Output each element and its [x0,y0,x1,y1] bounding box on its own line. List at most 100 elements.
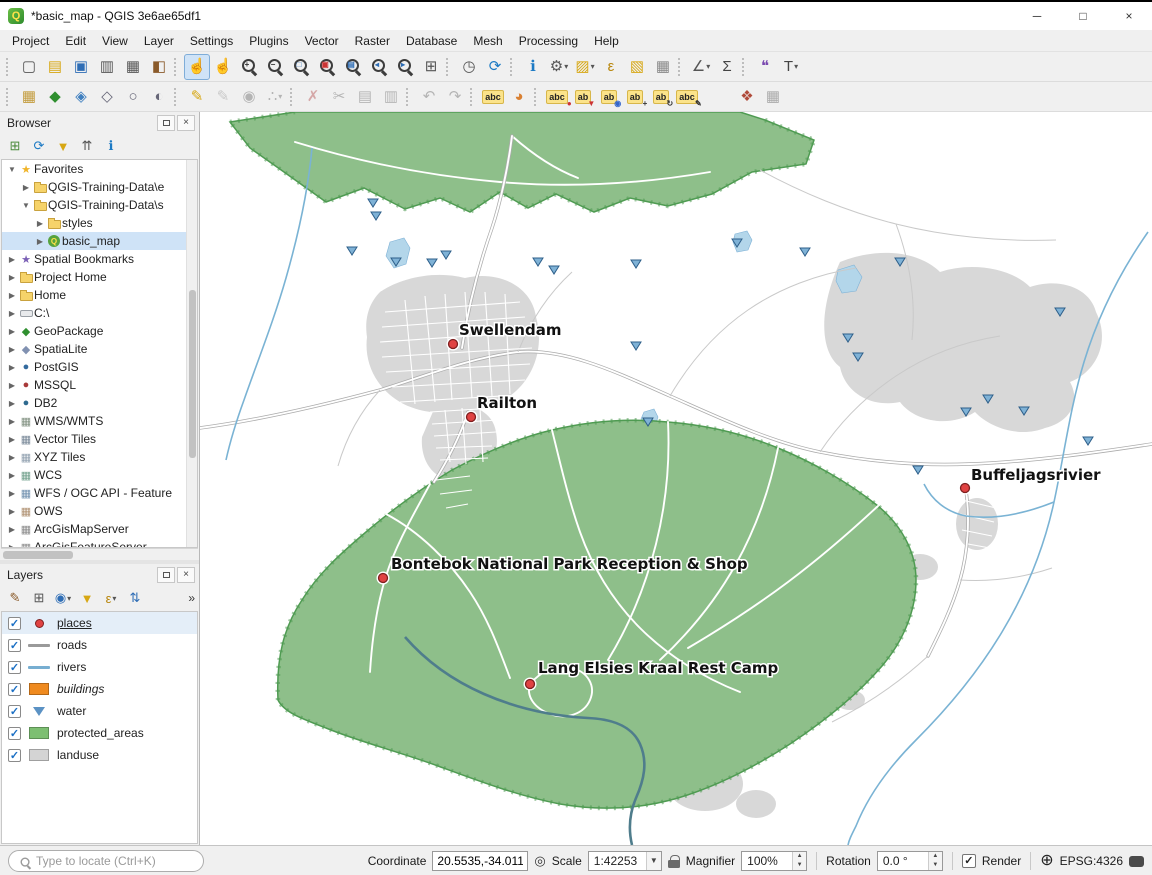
browser-item-arcgismapserver[interactable]: ▶▦ArcGisMapServer [2,520,186,538]
menu-project[interactable]: Project [4,32,57,50]
browser-close-button[interactable]: × [177,115,195,131]
show-layout-manager-button[interactable]: ▦ [120,54,146,80]
layer-labeling-options-button[interactable]: abc [480,84,506,110]
filter-legend-button[interactable]: ▼ [76,587,98,609]
manage-map-themes-button[interactable]: ◉▾ [52,587,74,609]
chevron-right-icon[interactable]: ▶ [6,255,18,264]
chevron-right-icon[interactable]: ▶ [6,543,18,548]
style-manager-button[interactable]: ◧ [146,54,172,80]
menu-help[interactable]: Help [586,32,627,50]
save-project-button[interactable]: ▣ [68,54,94,80]
chevron-down-icon[interactable]: ▼ [646,852,661,870]
move-label-button[interactable]: ab+ [622,84,648,110]
layer-row-buildings[interactable]: ✓buildings [2,678,197,700]
save-layer-edits-button[interactable]: ✎ [210,84,236,110]
magnifier-spinbox[interactable]: 100% ▲▼ [741,851,807,871]
layer-checkbox-protected-areas[interactable]: ✓ [8,727,21,740]
collapse-all-button[interactable]: ⇈ [76,135,98,157]
browser-item-geopackage[interactable]: ▶◆GeoPackage [2,322,186,340]
zoom-to-selection-button[interactable]: ▣ [314,54,340,80]
filter-browser-button[interactable]: ▼ [52,135,74,157]
browser-item-xyz-tiles[interactable]: ▶▦XYZ Tiles [2,448,186,466]
browser-item-wms-wmts[interactable]: ▶▦WMS/WMTS [2,412,186,430]
chevron-right-icon[interactable]: ▶ [6,363,18,372]
minimize-button[interactable]: ─ [1014,2,1060,30]
plugin-icon-button[interactable]: ❖ [734,84,760,110]
vertex-tool-button[interactable]: ∴▾ [262,84,288,110]
chevron-right-icon[interactable]: ▶ [6,453,18,462]
browser-item-wfs-ogc-api-feature[interactable]: ▶▦WFS / OGC API - Feature [2,484,186,502]
chevron-right-icon[interactable]: ▶ [6,489,18,498]
browser-item-db2[interactable]: ▶●DB2 [2,394,186,412]
layer-diagram-options-button[interactable]: ◕ [506,84,532,110]
browser-item-spatial-bookmarks[interactable]: ▶★Spatial Bookmarks [2,250,186,268]
browser-item-home[interactable]: ▶Home [2,286,186,304]
chevron-right-icon[interactable]: ▶ [6,345,18,354]
change-label-properties-button[interactable]: abc✎ [674,84,700,110]
chevron-right-icon[interactable]: ▶ [6,435,18,444]
menu-plugins[interactable]: Plugins [241,32,296,50]
browser-item-c[interactable]: ▶C:\ [2,304,186,322]
pin-unpin-labels-button[interactable]: ab▼ [570,84,596,110]
rotate-label-button[interactable]: ab↻ [648,84,674,110]
toggle-editing-button[interactable]: ✎ [184,84,210,110]
open-layer-styling-panel-button[interactable]: ✎ [4,587,26,609]
browser-item-styles[interactable]: ▶styles [2,214,186,232]
menu-mesh[interactable]: Mesh [465,32,510,50]
toolbar-overflow-button[interactable]: » [188,591,195,605]
layer-checkbox-landuse[interactable]: ✓ [8,749,21,762]
crs-globe-icon[interactable]: ⊕ [1040,853,1053,869]
open-data-source-manager-button[interactable]: ▦ [16,84,42,110]
filter-by-expression-button[interactable]: ε▾ [100,587,122,609]
lock-scale-icon[interactable] [668,853,680,869]
layers-float-button[interactable] [157,567,175,583]
deselect-all-button[interactable]: ▧ [624,54,650,80]
chevron-right-icon[interactable]: ▶ [6,417,18,426]
layer-row-protected-areas[interactable]: ✓protected_areas [2,722,197,744]
menu-database[interactable]: Database [398,32,465,50]
menu-layer[interactable]: Layer [136,32,182,50]
zoom-in-button[interactable]: + [236,54,262,80]
messages-icon[interactable] [1129,856,1144,867]
chevron-right-icon[interactable]: ▶ [6,399,18,408]
refresh-map-button[interactable]: ⟳ [482,54,508,80]
chevron-down-icon[interactable]: ▼ [20,201,32,210]
layer-row-places[interactable]: ✓places [2,612,197,634]
menu-edit[interactable]: Edit [57,32,94,50]
new-temporary-scratch-layer-button[interactable]: ○ [120,84,146,110]
browser-item-project-home[interactable]: ▶Project Home [2,268,186,286]
layer-row-landuse[interactable]: ✓landuse [2,744,197,766]
menu-processing[interactable]: Processing [511,32,586,50]
new-project-button[interactable]: ▢ [16,54,42,80]
layer-row-roads[interactable]: ✓roads [2,634,197,656]
layer-checkbox-buildings[interactable]: ✓ [8,683,21,696]
browser-horizontal-scrollbar[interactable] [1,548,198,560]
browser-item-vector-tiles[interactable]: ▶▦Vector Tiles [2,430,186,448]
chevron-right-icon[interactable]: ▶ [6,525,18,534]
browser-float-button[interactable] [157,115,175,131]
layer-row-rivers[interactable]: ✓rivers [2,656,197,678]
map-canvas[interactable]: SwellendamRailtonBuffeljagsrivierBontebo… [200,112,1152,845]
select-by-expression-button[interactable]: ε [598,54,624,80]
statistical-summary-button[interactable]: Σ [714,54,740,80]
expand-collapse-all-button[interactable]: ⇅ [124,587,146,609]
zoom-out-button[interactable]: − [262,54,288,80]
browser-item-postgis[interactable]: ▶●PostGIS [2,358,186,376]
menu-view[interactable]: View [94,32,136,50]
paste-features-button[interactable]: ▥ [378,84,404,110]
browser-item-arcgisfeatureserver[interactable]: ▶▦ArcGisFeatureServer [2,538,186,547]
zoom-full-button[interactable]: □ [288,54,314,80]
chevron-right-icon[interactable]: ▶ [6,507,18,516]
browser-properties-button[interactable]: ℹ [100,135,122,157]
new-shapefile-layer-button[interactable]: ◈ [68,84,94,110]
chevron-right-icon[interactable]: ▶ [6,471,18,480]
layer-row-water[interactable]: ✓water [2,700,197,722]
layer-checkbox-places[interactable]: ✓ [8,617,21,630]
browser-item-basic-map[interactable]: ▶Qbasic_map [2,232,186,250]
close-button[interactable]: × [1106,2,1152,30]
highlight-pinned-labels-button[interactable]: abc● [544,84,570,110]
redo-button[interactable]: ↷ [442,84,468,110]
pan-map-to-selection-button[interactable]: ☝ [210,54,236,80]
add-group-button[interactable]: ⊞ [28,587,50,609]
layer-checkbox-roads[interactable]: ✓ [8,639,21,652]
